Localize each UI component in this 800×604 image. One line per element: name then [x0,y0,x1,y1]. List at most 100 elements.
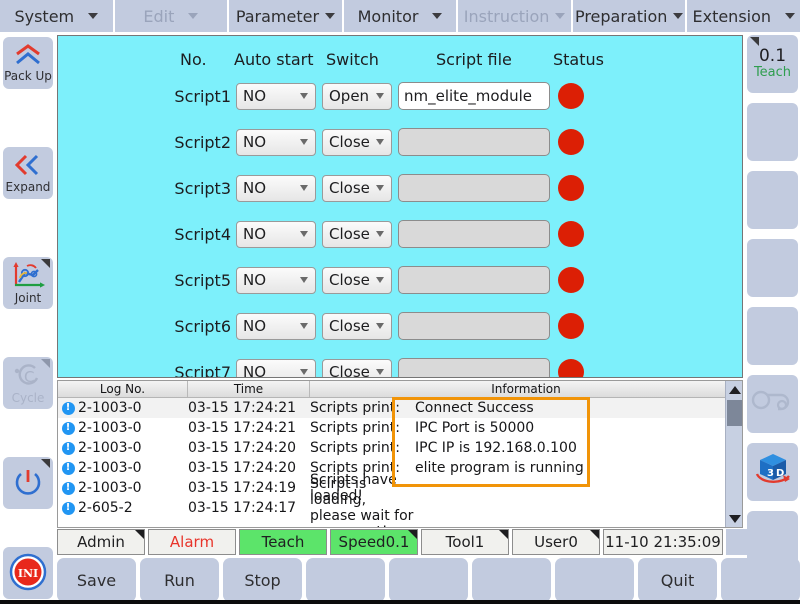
sidebar-item-pack-up[interactable]: Pack Up [3,37,53,89]
menu-label-system: System [14,7,74,26]
script-file-input[interactable] [398,174,550,202]
log-source: Scirpt is loading, please wait for a mom… [310,476,415,528]
scroll-up-icon[interactable] [726,381,743,398]
log-no: 2-1003-0 [78,480,188,496]
svg-text:3: 3 [767,468,774,479]
switch-value: Close [329,271,370,289]
script-file-input[interactable] [398,266,550,294]
auto-start-select[interactable]: NO [236,83,316,110]
sidebar-item-right-3[interactable] [747,171,798,229]
switch-select[interactable]: Close [322,313,392,340]
switch-value: Close [329,133,370,151]
status-datetime-label: 11-10 21:35:09 [605,533,721,551]
switch-select[interactable]: Open [322,83,392,110]
chevron-down-icon [300,93,308,99]
auto-start-select[interactable]: NO [236,221,316,248]
bottom-button-6[interactable] [472,558,551,602]
status-badge-alarm[interactable]: Alarm [148,529,236,555]
sidebar-item-power[interactable] [3,457,53,509]
sidebar-label-joint: Joint [15,292,42,304]
left-sidebar: Pack Up Expand [0,33,55,604]
log-scrollbar[interactable] [725,381,742,527]
corner-marker-icon [41,359,50,368]
sidebar-item-3d-view[interactable]: 3 D [747,443,798,501]
sidebar-item-cycle[interactable]: C Cycle [3,357,53,409]
sidebar-item-right-4[interactable] [747,239,798,297]
menu-item-instruction: Instruction [458,0,571,32]
log-time: 03-15 17:24:21 [188,400,310,416]
script-file-input[interactable] [398,220,550,248]
log-row[interactable]: ! 2-605-2 03-15 17:24:17 Scirpt is loadi… [58,498,742,518]
switch-select[interactable]: Close [322,359,392,379]
auto-start-select[interactable]: NO [236,359,316,379]
chevron-down-icon [300,185,308,191]
log-message: Connect Success [415,400,742,416]
auto-start-select[interactable]: NO [236,175,316,202]
script-file-input[interactable]: nm_elite_module [398,82,550,110]
script-name-label: Script2 [163,133,231,152]
script-row: Script2 NO Close [58,125,742,159]
menu-item-parameter[interactable]: Parameter [229,0,342,32]
log-row-list[interactable]: ! 2-1003-0 03-15 17:24:21 Scripts print:… [58,398,742,518]
sidebar-item-jog-speed[interactable]: 0.1 Teach [747,35,798,93]
auto-start-select[interactable]: NO [236,267,316,294]
sidebar-item-right-5[interactable] [747,307,798,365]
switch-select[interactable]: Close [322,267,392,294]
log-source: Scripts print: [310,420,415,436]
switch-select[interactable]: Close [322,175,392,202]
menu-item-monitor[interactable]: Monitor [344,0,457,32]
sidebar-item-teach-pendant[interactable] [747,375,798,433]
script-configuration-panel: No. Auto start Switch Script file Status… [57,35,743,378]
auto-start-select[interactable]: NO [236,129,316,156]
switch-select[interactable]: Close [322,129,392,156]
log-no: 2-1003-0 [78,460,188,476]
log-panel: Log No. Time Information ! 2-1003-0 03-1… [57,380,743,528]
bottom-button-5[interactable] [389,558,468,602]
chevron-down-icon [300,277,308,283]
quit-button[interactable]: Quit [638,558,717,602]
robot-joint-icon [11,262,45,291]
bottom-button-9[interactable] [721,558,800,602]
jog-step-value: 0.1 [759,48,786,66]
status-badge-tool[interactable]: Tool1 [421,529,509,555]
status-badge-blank [726,529,778,555]
script-row: Script6 NO Close [58,309,742,343]
sidebar-item-expand[interactable]: Expand [3,147,53,199]
script-file-input[interactable] [398,128,550,156]
log-time: 03-15 17:24:17 [188,500,310,516]
save-button[interactable]: Save [57,558,136,602]
main-menu-bar: System Edit Parameter Monitor Instructio… [0,0,800,32]
status-badge-mode[interactable]: Teach [239,529,327,555]
script-file-input[interactable] [398,358,550,378]
menu-item-preparation[interactable]: Preparation [573,0,686,32]
status-badge-user-level[interactable]: Admin [57,529,145,555]
sidebar-item-joint[interactable]: Joint [3,257,53,309]
sidebar-item-right-2[interactable] [747,103,798,161]
auto-start-value: NO [243,225,266,243]
status-speed-label: Speed0.1 [339,533,410,551]
menu-item-extension[interactable]: Extension [687,0,800,32]
stop-button[interactable]: Stop [223,558,302,602]
switch-select[interactable]: Close [322,221,392,248]
script-file-input[interactable] [398,312,550,340]
status-led [558,267,584,293]
bottom-button-7[interactable] [555,558,634,602]
log-row[interactable]: ! 2-1003-0 03-15 17:24:21 Scripts print:… [58,418,742,438]
chevron-down-icon [555,13,565,19]
application-window: System Edit Parameter Monitor Instructio… [0,0,800,604]
log-row[interactable]: ! 2-1003-0 03-15 17:24:20 Scripts print:… [58,438,742,458]
auto-start-select[interactable]: NO [236,313,316,340]
log-row[interactable]: ! 2-1003-0 03-15 17:24:21 Scripts print:… [58,398,742,418]
scrollbar-thumb[interactable] [727,400,742,426]
auto-start-value: NO [243,179,266,197]
scroll-down-icon[interactable] [726,510,743,527]
status-badge-user-coord[interactable]: User0 [512,529,600,555]
menu-item-system[interactable]: System [0,0,113,32]
log-no: 2-1003-0 [78,400,188,416]
sidebar-item-ini[interactable]: INI [3,547,53,599]
log-source: Scripts print: [310,440,415,456]
status-badge-speed[interactable]: Speed0.1 [330,529,418,555]
bottom-button-4[interactable] [306,558,385,602]
run-button[interactable]: Run [140,558,219,602]
chevron-down-icon [376,139,384,145]
